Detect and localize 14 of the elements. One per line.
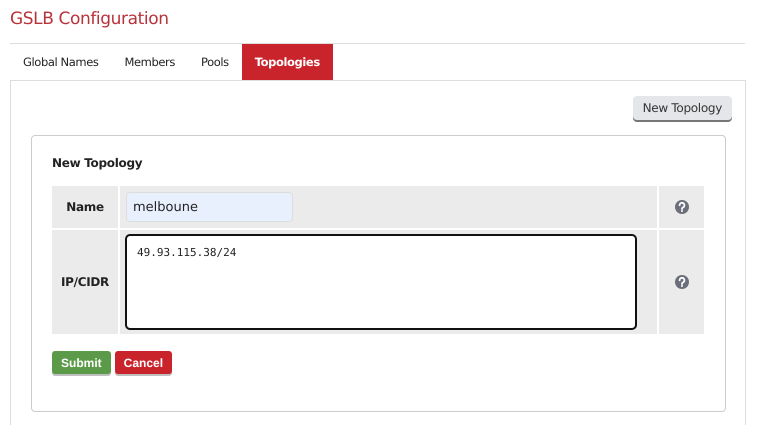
form-heading: New Topology (52, 156, 144, 170)
ip-cidr-field[interactable]: 49.93.115.38/24 (125, 234, 637, 330)
help-icon[interactable] (674, 200, 688, 214)
tab[interactable]: Global Names (10, 44, 112, 80)
field-label: Name (66, 200, 104, 214)
tab[interactable]: Pools (188, 44, 242, 80)
tab[interactable]: Topologies (242, 44, 333, 80)
page-title: GSLB Configuration (9, 8, 170, 31)
field-label: IP/CIDR (60, 275, 109, 289)
tab[interactable]: Members (111, 44, 188, 80)
cancel-button[interactable]: Cancel (114, 351, 172, 374)
help-icon[interactable] (674, 275, 688, 289)
new-topology-button[interactable]: New Topology (632, 96, 732, 120)
name-field[interactable]: melboune (126, 192, 293, 222)
